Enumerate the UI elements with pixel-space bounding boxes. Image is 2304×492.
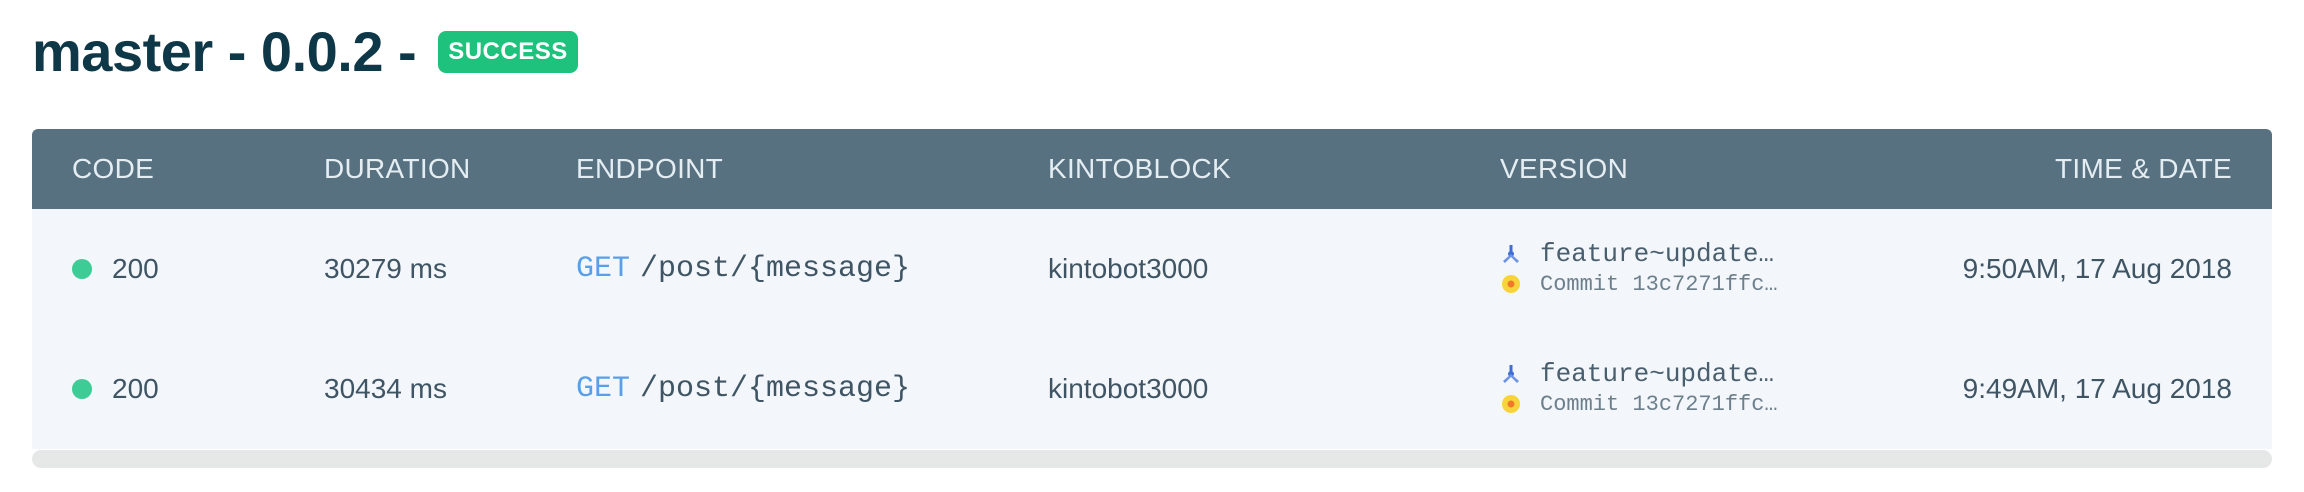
table-row[interactable]: 200 30434 ms GET /post/{message} kintobo…	[32, 329, 2272, 449]
commit-line: Commit 13c7271ffc…	[1500, 389, 1778, 419]
requests-table: CODE DURATION ENDPOINT KINTOBLOCK VERSIO…	[32, 129, 2272, 449]
branch-icon	[1503, 365, 1519, 383]
kintoblock-cell: kintobot3000	[1048, 253, 1209, 284]
endpoint-path: /post/{message}	[640, 372, 911, 406]
code-cell: 200	[72, 209, 159, 329]
column-header-endpoint[interactable]: ENDPOINT	[576, 129, 723, 209]
branch-icon	[1503, 245, 1519, 263]
version-cell: feature~update… Commit 13c7271ffc…	[1500, 209, 1778, 329]
code-cell: 200	[72, 329, 159, 449]
column-header-code[interactable]: CODE	[72, 129, 154, 209]
time-cell: 9:50AM, 17 Aug 2018	[1962, 253, 2232, 284]
kintoblock-cell: kintobot3000	[1048, 373, 1209, 404]
table-row[interactable]: 200 30279 ms GET /post/{message} kintobo…	[32, 209, 2272, 329]
page-title: master - 0.0.2 -	[32, 20, 417, 83]
column-header-version[interactable]: VERSION	[1500, 129, 1628, 209]
commit-hash: Commit 13c7271ffc…	[1540, 271, 1778, 297]
status-code: 200	[112, 373, 159, 404]
status-code: 200	[112, 253, 159, 284]
column-header-time-date[interactable]: TIME & DATE	[2055, 129, 2232, 209]
branch-line: feature~update…	[1500, 239, 1774, 269]
page-header: master - 0.0.2 - SUCCESS	[32, 20, 578, 84]
branch-name: feature~update…	[1540, 239, 1775, 269]
column-header-duration[interactable]: DURATION	[324, 129, 471, 209]
endpoint-path: /post/{message}	[640, 252, 911, 286]
duration-cell: 30279 ms	[324, 253, 447, 284]
http-method: GET	[576, 252, 631, 286]
commit-line: Commit 13c7271ffc…	[1500, 269, 1778, 299]
branch-name: feature~update…	[1540, 359, 1775, 389]
version-cell: feature~update… Commit 13c7271ffc…	[1500, 329, 1778, 449]
commit-icon	[1502, 275, 1520, 293]
http-method: GET	[576, 372, 631, 406]
duration-cell: 30434 ms	[324, 373, 447, 404]
endpoint-cell: GET /post/{message}	[576, 329, 910, 449]
horizontal-scrollbar[interactable]	[32, 450, 2272, 468]
commit-icon	[1502, 395, 1520, 413]
status-dot-icon	[72, 259, 92, 279]
commit-hash: Commit 13c7271ffc…	[1540, 391, 1778, 417]
status-badge: SUCCESS	[438, 31, 578, 73]
table-header: CODE DURATION ENDPOINT KINTOBLOCK VERSIO…	[32, 129, 2272, 209]
endpoint-cell: GET /post/{message}	[576, 209, 910, 329]
status-dot-icon	[72, 379, 92, 399]
branch-line: feature~update…	[1500, 359, 1774, 389]
column-header-kintoblock[interactable]: KINTOBLOCK	[1048, 129, 1231, 209]
time-cell: 9:49AM, 17 Aug 2018	[1962, 373, 2232, 404]
